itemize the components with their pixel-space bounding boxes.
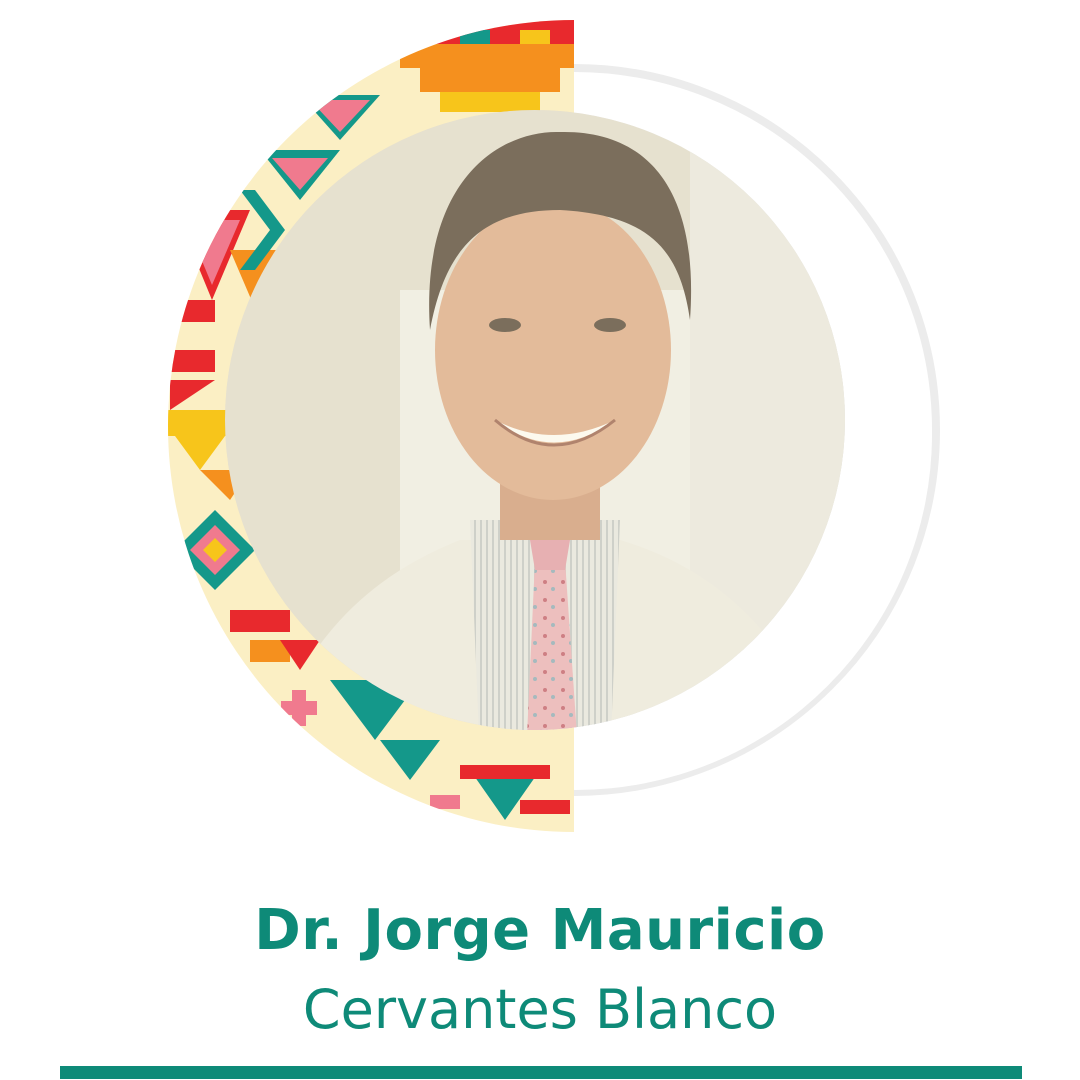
bottom-divider-bar <box>60 1066 1022 1079</box>
doctor-name-primary: Dr. Jorge Mauricio <box>254 898 826 963</box>
doctor-name-secondary: Cervantes Blanco <box>302 978 778 1041</box>
portrait-artwork <box>168 20 940 832</box>
profile-card: Dr. Jorge Mauricio Cervantes Blanco <box>0 0 1080 1080</box>
